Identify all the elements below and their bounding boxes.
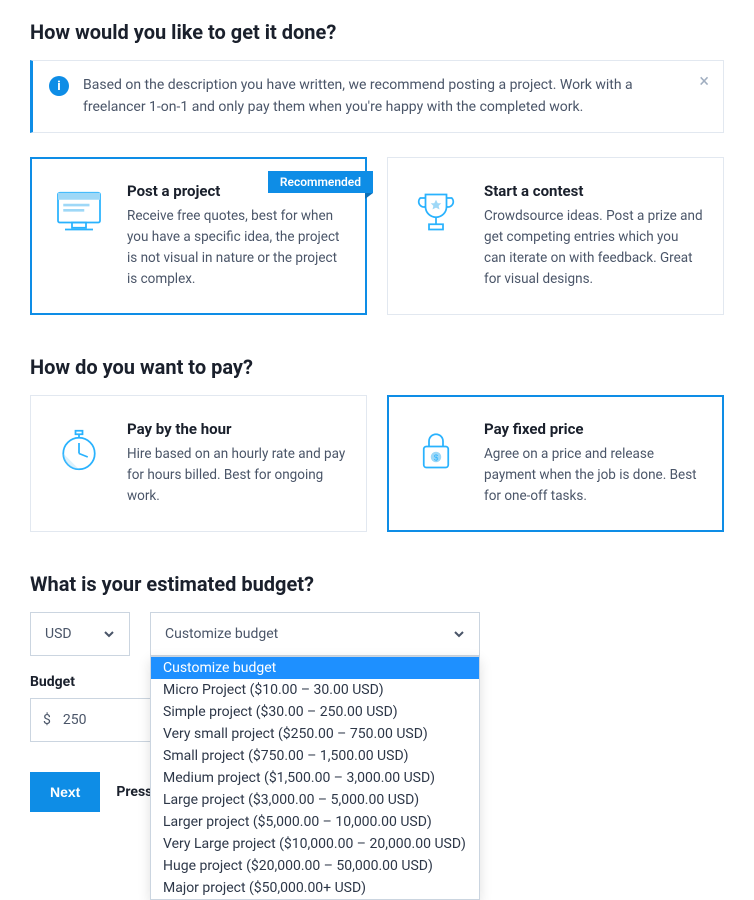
lock-price-icon: $ [408, 422, 468, 482]
card-pay-hourly[interactable]: Pay by the hour Hire based on an hourly … [30, 395, 367, 532]
card-title: Start a contest [484, 182, 703, 200]
currency-symbol: $ [43, 712, 51, 728]
currency-value: USD [45, 626, 72, 642]
budget-input-wrap[interactable]: $ [30, 698, 160, 742]
dropdown-option[interactable]: Major project ($50,000.00+ USD) [151, 877, 479, 899]
computer-icon [51, 184, 111, 244]
card-pay-fixed[interactable]: $ Pay fixed price Agree on a price and r… [387, 395, 724, 532]
currency-select[interactable]: USD [30, 612, 130, 656]
section-heading-payment: How do you want to pay? [30, 355, 724, 379]
dropdown-option[interactable]: Small project ($750.00 – 1,500.00 USD) [151, 745, 479, 767]
budget-range-dropdown: Customize budget Micro Project ($10.00 –… [150, 656, 480, 900]
dropdown-option[interactable]: Huge project ($20,000.00 – 50,000.00 USD… [151, 855, 479, 877]
chevron-down-icon [453, 628, 465, 640]
card-title: Pay by the hour [127, 420, 346, 438]
dropdown-option[interactable]: Very small project ($250.00 – 750.00 USD… [151, 723, 479, 745]
dropdown-option[interactable]: Customize budget [151, 657, 479, 679]
trophy-icon [408, 184, 468, 244]
section-heading-method: How would you like to get it done? [30, 20, 724, 44]
svg-text:$: $ [434, 454, 439, 463]
dropdown-option[interactable]: Medium project ($1,500.00 – 3,000.00 USD… [151, 767, 479, 789]
card-desc: Crowdsource ideas. Post a prize and get … [484, 206, 703, 290]
card-start-contest[interactable]: Start a contest Crowdsource ideas. Post … [387, 157, 724, 315]
budget-range-select[interactable]: Customize budget Customize budget Micro … [150, 612, 480, 656]
close-icon[interactable]: × [699, 73, 709, 91]
next-button[interactable]: Next [30, 772, 100, 812]
dropdown-option[interactable]: Simple project ($30.00 – 250.00 USD) [151, 701, 479, 723]
budget-range-value: Customize budget [165, 626, 278, 642]
chevron-down-icon [103, 628, 115, 640]
info-icon: i [49, 76, 69, 96]
dropdown-option[interactable]: Larger project ($5,000.00 – 10,000.00 US… [151, 811, 479, 833]
recommended-ribbon: Recommended [268, 171, 373, 193]
info-banner-text: Based on the description you have writte… [83, 75, 707, 118]
payment-card-row: Pay by the hour Hire based on an hourly … [30, 395, 724, 532]
dropdown-option[interactable]: Micro Project ($10.00 – 30.00 USD) [151, 679, 479, 701]
card-post-project[interactable]: Recommended Post a project Receive free … [30, 157, 367, 315]
card-desc: Receive free quotes, best for when you h… [127, 206, 346, 290]
card-title: Pay fixed price [484, 420, 703, 438]
stopwatch-icon [51, 422, 111, 482]
budget-amount-input[interactable] [63, 712, 133, 728]
dropdown-option[interactable]: Very Large project ($10,000.00 – 20,000.… [151, 833, 479, 855]
card-desc: Agree on a price and release payment whe… [484, 444, 703, 507]
info-banner: i Based on the description you have writ… [30, 60, 724, 133]
section-heading-budget: What is your estimated budget? [30, 572, 724, 596]
card-desc: Hire based on an hourly rate and pay for… [127, 444, 346, 507]
method-card-row: Recommended Post a project Receive free … [30, 157, 724, 315]
budget-selects-row: USD Customize budget Customize budget Mi… [30, 612, 724, 656]
